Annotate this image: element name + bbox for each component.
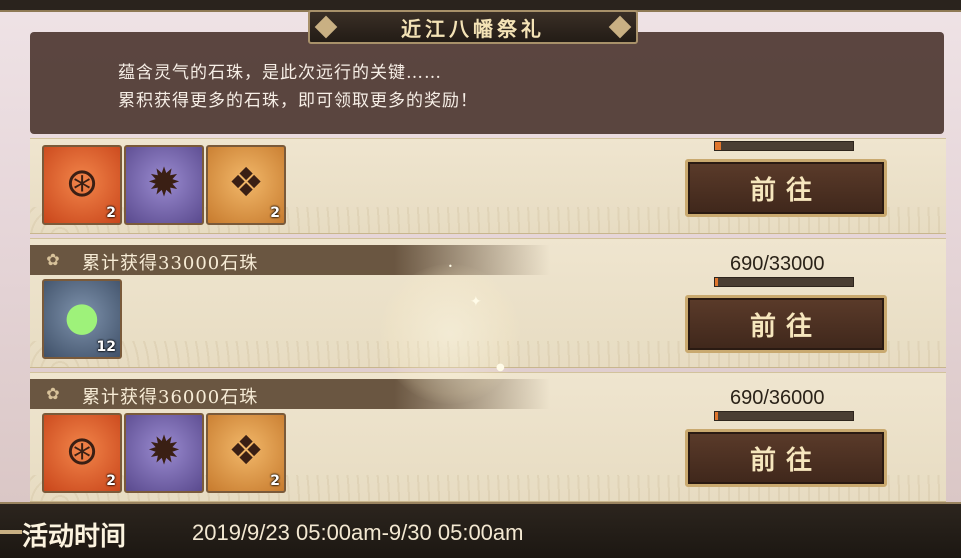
sparkle-icon: • xyxy=(448,262,453,271)
footer-ornament xyxy=(0,530,22,534)
progress-text: 690/33000 xyxy=(730,253,825,275)
event-time-value: 2019/9/23 05:00am-9/30 05:00am xyxy=(192,520,524,545)
talisman-icon: ⊛ xyxy=(65,160,99,206)
go-button[interactable]: 前往 xyxy=(685,159,887,217)
page-title: 近江八幡祭礼 xyxy=(401,16,545,41)
reward-item-talisman[interactable]: ⊛ 2 xyxy=(42,145,122,225)
reward-row: ⊛ 2 ✹ ❖ 2 前往 xyxy=(30,138,946,234)
go-button[interactable]: 前往 xyxy=(685,429,887,487)
progress-bar xyxy=(714,411,854,421)
progress-fill xyxy=(715,278,718,286)
glow-orb xyxy=(380,264,520,404)
reward-item-talisman[interactable]: ⊛ 2 xyxy=(42,413,122,493)
row-title: 累计获得33000石珠 xyxy=(82,253,259,274)
go-button-label: 前往 xyxy=(749,175,822,206)
go-button[interactable]: 前往 xyxy=(685,295,887,353)
diamond-ornament-icon xyxy=(608,15,632,39)
progress-bar xyxy=(714,277,854,287)
talisman-icon: ⊛ xyxy=(65,428,99,474)
progress-fill xyxy=(715,142,721,150)
sparkle-icon: ✦ xyxy=(470,294,482,310)
flame-lantern-icon: ✹ xyxy=(147,160,181,206)
item-count: 2 xyxy=(270,205,280,221)
progress-text: 690/36000 xyxy=(730,387,825,409)
go-button-label: 前往 xyxy=(749,445,822,476)
item-count: 2 xyxy=(106,205,116,221)
description-line-2: 累积获得更多的石珠，即可领取更多的奖励！ xyxy=(118,91,478,111)
description-panel: 蕴含灵气的石珠，是此次远行的关键…… 累积获得更多的石珠，即可领取更多的奖励！ xyxy=(30,32,944,134)
reward-item-gift-box[interactable]: ❖ 2 xyxy=(206,145,286,225)
go-button-label: 前往 xyxy=(749,311,822,342)
reward-item-gift-box[interactable]: ❖ 2 xyxy=(206,413,286,493)
rainbow-pearl-icon: ● xyxy=(64,294,100,340)
sparkle-icon: ● xyxy=(496,362,505,373)
row-title: 累计获得36000石珠 xyxy=(82,387,259,408)
diamond-ornament-icon xyxy=(314,15,338,39)
flower-icon: ✿ xyxy=(46,384,60,403)
gift-box-icon: ❖ xyxy=(228,428,264,474)
progress-fill xyxy=(715,412,718,420)
item-count: 12 xyxy=(96,339,116,355)
flame-lantern-icon: ✹ xyxy=(147,428,181,474)
reward-item-lantern[interactable]: ✹ xyxy=(124,145,204,225)
reward-item-lantern[interactable]: ✹ xyxy=(124,413,204,493)
progress-bar xyxy=(714,141,854,151)
event-time-label: 活动时间 xyxy=(22,522,127,552)
reward-item-pearl[interactable]: ● 12 xyxy=(42,279,122,359)
description-line-1: 蕴含灵气的石珠，是此次远行的关键…… xyxy=(118,63,442,83)
item-count: 2 xyxy=(106,473,116,489)
footer-bar: 活动时间 2019/9/23 05:00am-9/30 05:00am xyxy=(0,502,961,558)
gift-box-icon: ❖ xyxy=(228,160,264,206)
item-count: 2 xyxy=(270,473,280,489)
flower-icon: ✿ xyxy=(46,250,60,269)
title-banner: 近江八幡祭礼 xyxy=(308,10,638,44)
